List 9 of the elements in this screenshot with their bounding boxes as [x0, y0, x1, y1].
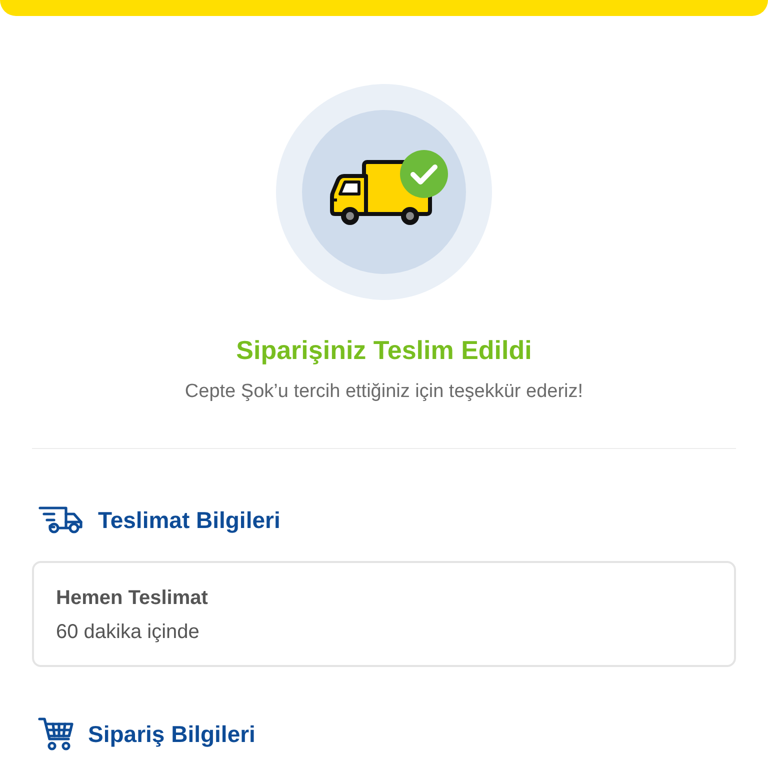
delivery-type: Hemen Teslimat: [56, 586, 209, 611]
section-title: Sipariş Bilgileri: [88, 720, 256, 749]
shopping-cart-icon: [38, 717, 74, 751]
status-title: Siparişiniz Teslim Edildi: [236, 334, 532, 366]
check-icon: [400, 150, 448, 198]
delivery-time: 60 dakika içinde: [56, 620, 200, 645]
section-title: Teslimat Bilgileri: [98, 506, 280, 535]
thank-you-message: Cepte Şok’u tercih ettiğiniz için teşekkür ederiz!: [184, 380, 584, 404]
fast-truck-icon: [38, 506, 84, 534]
